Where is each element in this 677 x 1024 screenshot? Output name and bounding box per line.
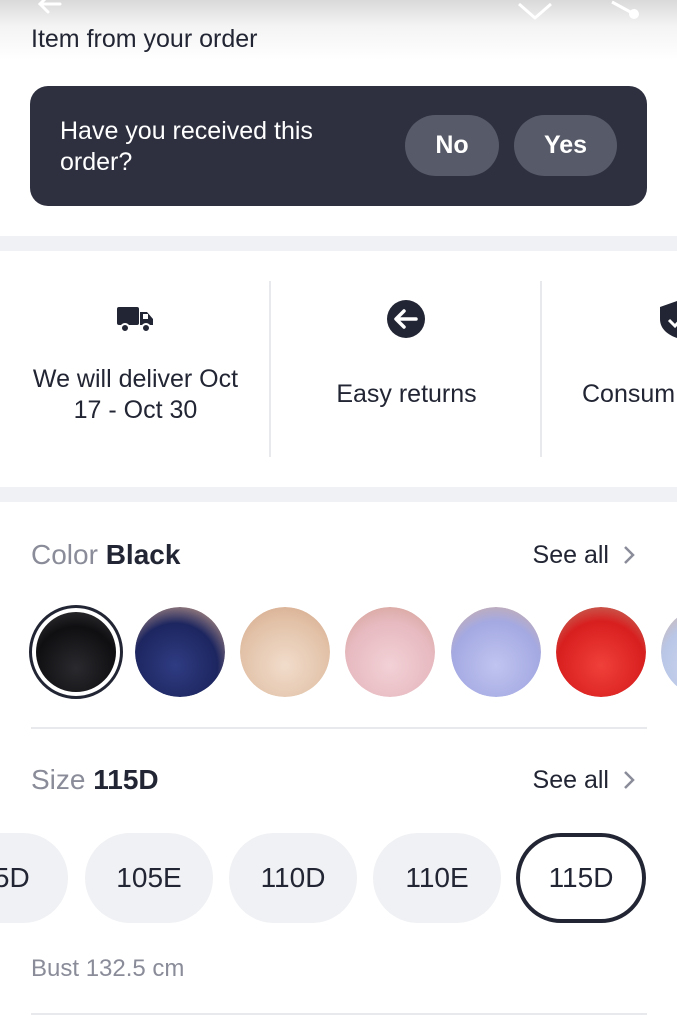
chevron-right-icon <box>624 771 635 789</box>
truck-icon <box>117 307 153 333</box>
swatch-image <box>135 607 225 697</box>
size-option-list: 05D 105E 110D 110E 115D <box>0 832 677 924</box>
see-all-label: See all <box>532 541 609 569</box>
color-swatch-navy[interactable] <box>135 607 225 697</box>
size-option[interactable]: 110E <box>373 833 501 923</box>
size-option[interactable]: 105E <box>85 833 213 923</box>
swatch-image <box>36 612 116 692</box>
heart-icon[interactable] <box>515 0 555 20</box>
no-button[interactable]: No <box>405 115 499 176</box>
share-icon[interactable] <box>604 0 644 20</box>
swatch-image <box>661 607 677 697</box>
swatch-image <box>240 607 330 697</box>
shield-check-icon <box>660 301 677 338</box>
return-arrow-icon <box>387 300 425 338</box>
divider <box>31 727 647 729</box>
size-header: Size 115D See all <box>31 760 647 800</box>
size-option[interactable]: 05D <box>0 833 68 923</box>
banner-question: Have you received this order? <box>60 117 313 176</box>
feature-returns: Easy returns <box>271 281 542 457</box>
color-swatch-red[interactable] <box>556 607 646 697</box>
consumer-text: Consum <box>582 380 676 408</box>
back-arrow-icon[interactable] <box>30 0 70 20</box>
color-swatch-black[interactable] <box>29 605 123 699</box>
size-label: Size <box>31 764 86 795</box>
order-received-banner: Have you received this order? No Yes <box>30 86 647 206</box>
swatch-image <box>345 607 435 697</box>
color-value: Black <box>105 539 181 570</box>
size-see-all-link[interactable]: See all <box>533 760 637 800</box>
size-value: 115D <box>93 764 159 795</box>
bust-measurement: Bust 132.5 cm <box>31 955 185 982</box>
feature-delivery: We will deliver Oct 17 - Oct 30 <box>0 281 271 457</box>
returns-text: Easy returns <box>336 380 477 408</box>
feature-consumer: Consum <box>542 281 677 457</box>
section-separator <box>0 236 677 251</box>
see-all-label: See all <box>532 766 609 794</box>
size-option-selected[interactable]: 115D <box>516 833 646 923</box>
chevron-right-icon <box>624 546 635 564</box>
color-swatch-lavender[interactable] <box>451 607 541 697</box>
color-swatch-pink[interactable] <box>345 607 435 697</box>
swatch-image <box>556 607 646 697</box>
color-label: Color <box>31 539 98 570</box>
order-item-label: Item from your order <box>31 25 258 53</box>
color-swatch-light-blue[interactable] <box>661 607 677 697</box>
color-header: Color Black See all <box>31 535 647 575</box>
swatch-image <box>451 607 541 697</box>
features-row[interactable]: We will deliver Oct 17 - Oct 30 Easy ret… <box>0 281 677 457</box>
delivery-text: We will deliver Oct 17 - Oct 30 <box>32 365 239 424</box>
divider <box>31 1013 647 1015</box>
size-option[interactable]: 110D <box>229 833 357 923</box>
yes-button[interactable]: Yes <box>514 115 617 176</box>
section-separator <box>0 487 677 502</box>
color-swatch-list <box>0 605 677 700</box>
color-see-all-link[interactable]: See all <box>533 535 637 575</box>
color-swatch-beige[interactable] <box>240 607 330 697</box>
